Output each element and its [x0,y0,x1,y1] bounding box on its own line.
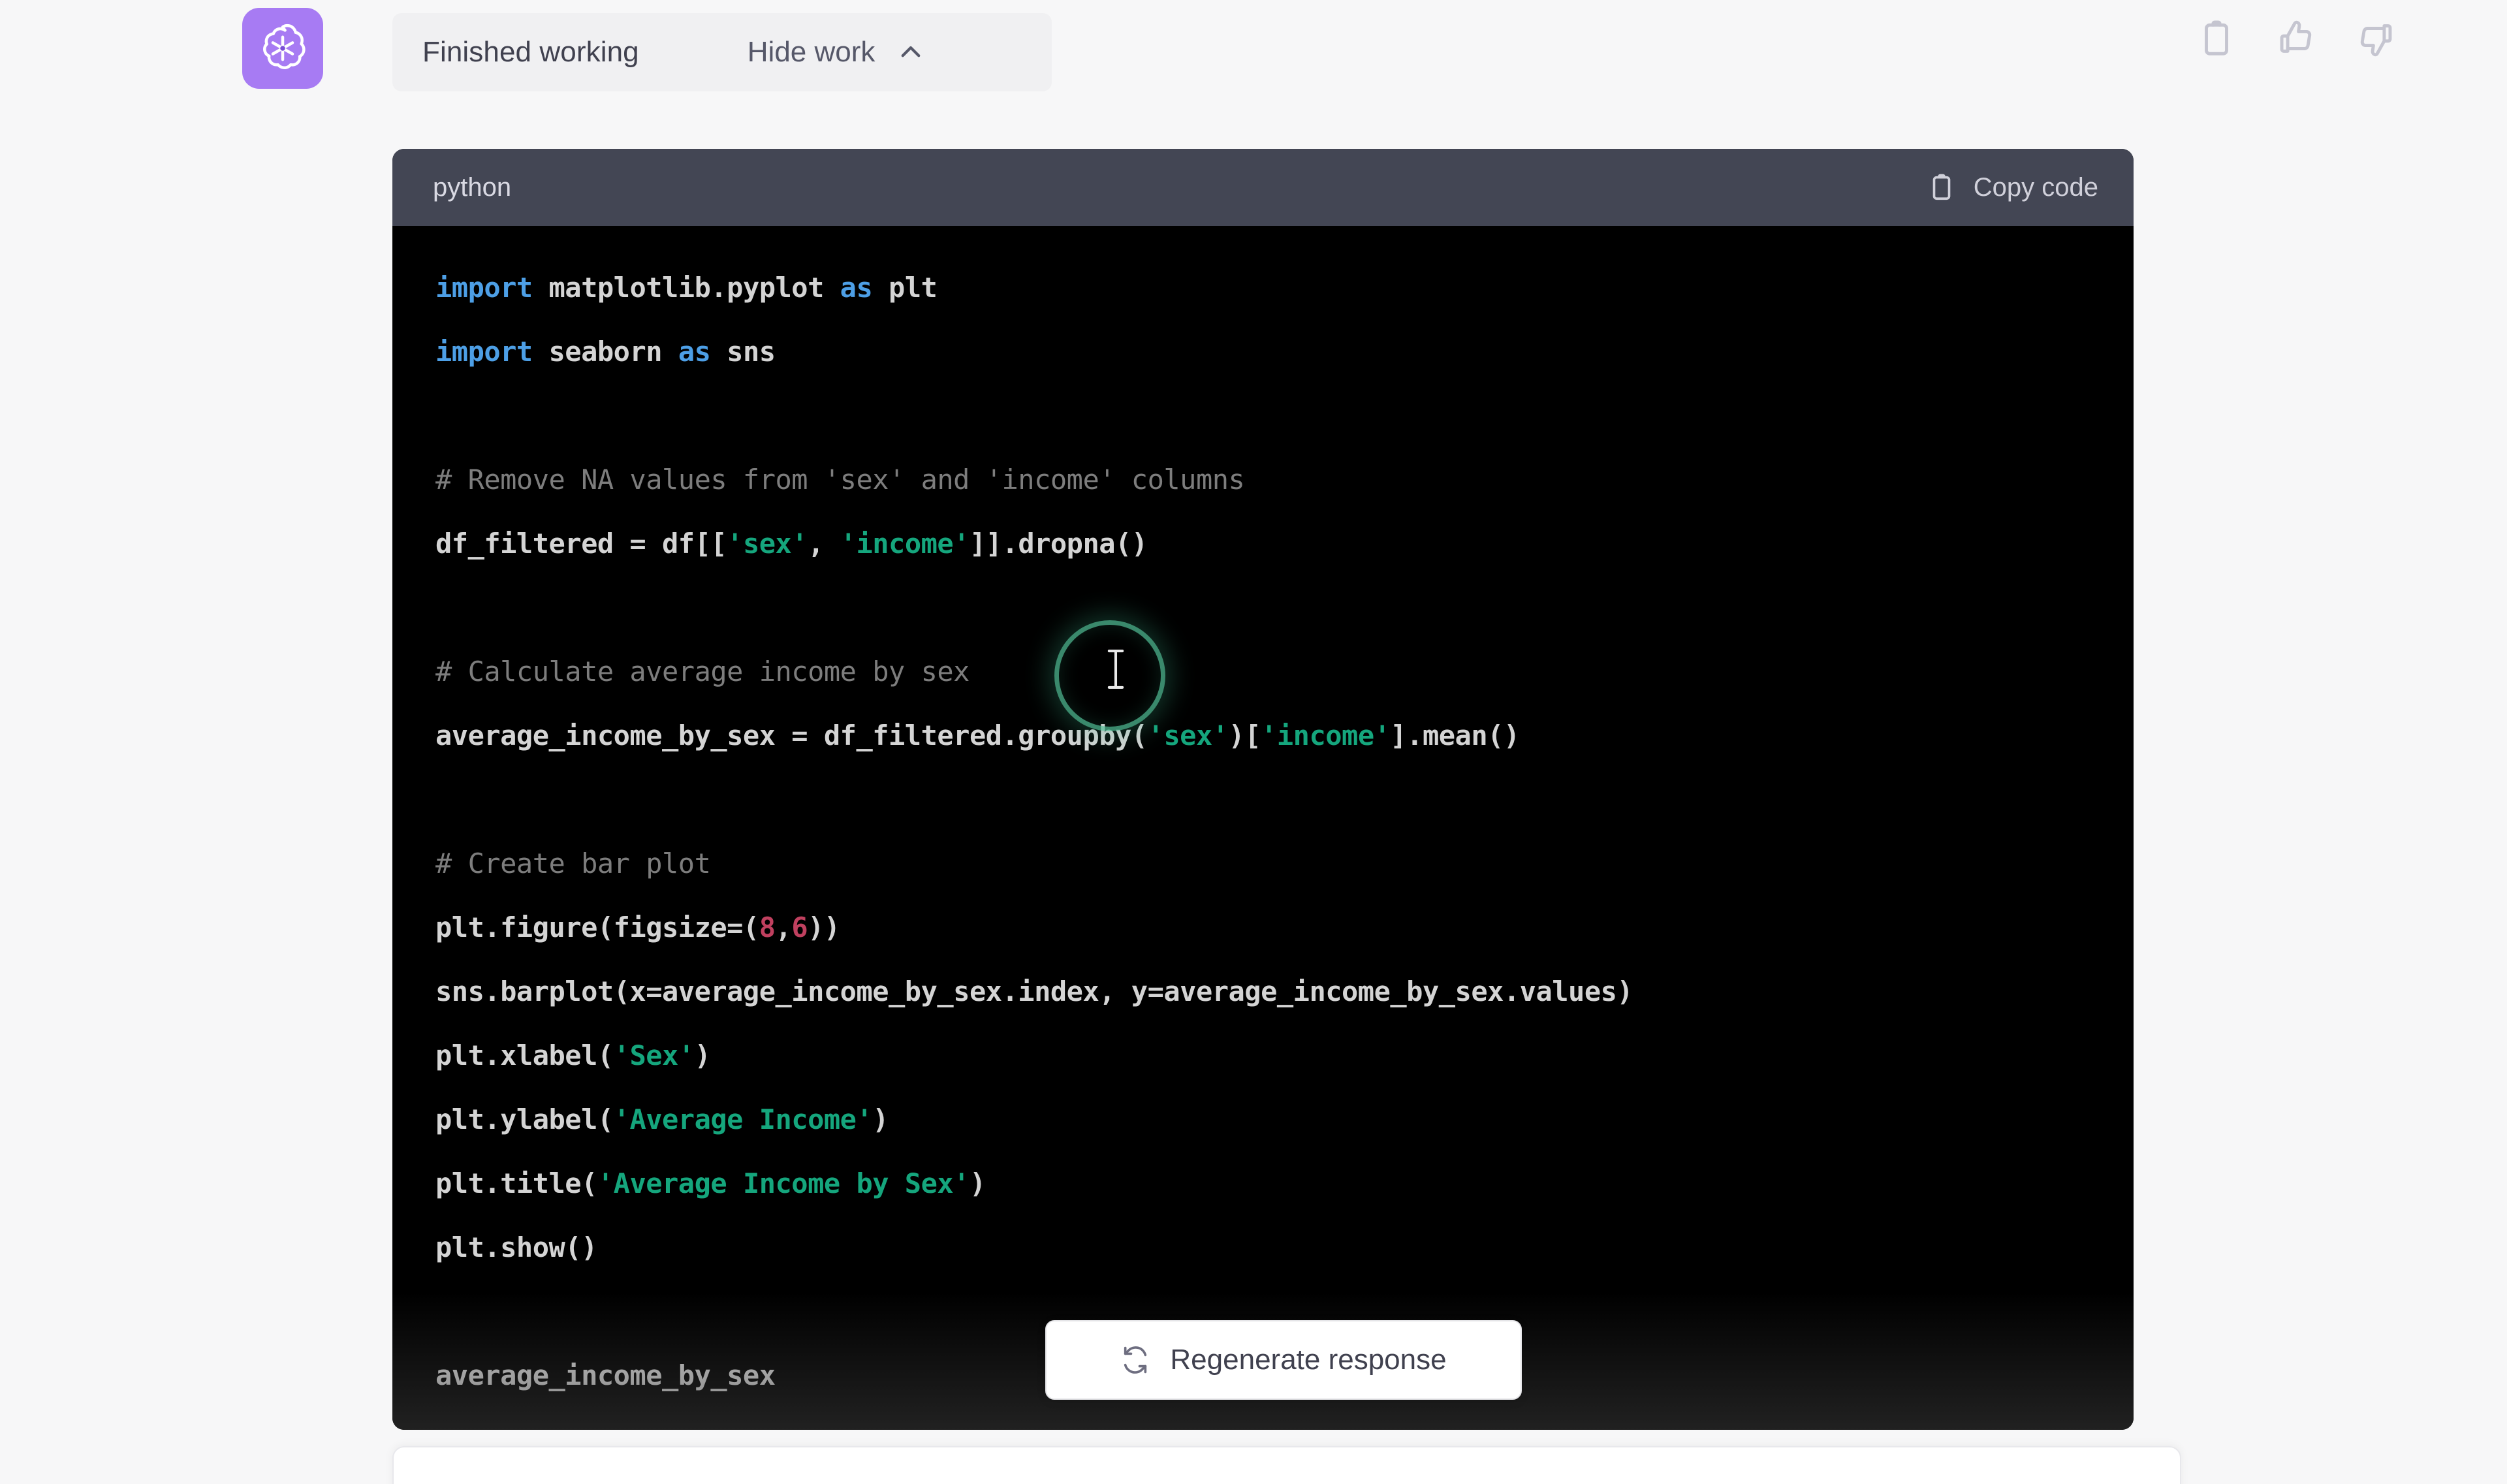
code-block-body[interactable]: import matplotlib.pyplot as plt import s… [392,226,2134,1430]
code-token: )[ [1228,719,1261,751]
code-token: ]].dropna() [969,528,1148,560]
code-token: # Calculate average income by sex [435,655,970,687]
clipboard-icon [1927,172,1957,202]
code-token: matplotlib.pyplot [548,272,840,304]
code-token: plt.ylabel( [435,1103,614,1135]
code-token: 'sex' [1147,719,1229,751]
code-token: ) [969,1167,986,1199]
code-token: 8 [759,911,776,943]
code-token: average_income_by_sex [435,1359,776,1391]
finished-working-bar: Finished working Hide work [392,13,1052,91]
regenerate-response-button[interactable]: Regenerate response [1045,1320,1522,1400]
thumbs-down-icon[interactable] [2356,18,2396,59]
code-token: df_filtered = df[[ [435,528,727,560]
openai-logo-icon [255,20,311,76]
code-token: import [435,336,549,368]
code-token: , [775,911,792,943]
code-token: )) [808,911,840,943]
code-token: 'sex' [727,528,808,560]
code-token: ].mean() [1390,719,1520,751]
code-token: sns [727,336,776,368]
code-token: 6 [791,911,808,943]
code-block-header: python Copy code [392,149,2134,226]
hide-work-toggle[interactable]: Hide work [748,36,925,69]
code-token: , [808,528,840,560]
code-token: as [678,336,727,368]
code-token: as [840,272,889,304]
code-token: 'income' [1261,719,1391,751]
code-block: python Copy code import matplotlib.pyplo… [392,149,2134,1430]
code-token: plt.xlabel( [435,1039,614,1071]
code-token: ) [872,1103,889,1135]
code-token: plt [889,272,938,304]
work-status-label: Finished working [422,36,639,68]
code-token: sns.barplot(x=average_income_by_sex.inde… [435,975,1633,1007]
message-action-bar [2196,18,2396,59]
message-composer[interactable] [392,1446,2181,1484]
code-token: average_income_by_sex = df_filtered.grou… [435,719,1148,751]
code-token: ) [694,1039,711,1071]
code-token: 'Sex' [613,1039,695,1071]
code-token: 'Average Income' [613,1103,873,1135]
code-token: plt.figure(figsize=( [435,911,759,943]
copy-code-button[interactable]: Copy code [1927,172,2098,202]
code-token: plt.title( [435,1167,597,1199]
thumbs-up-icon[interactable] [2276,18,2316,59]
code-token: import [435,272,549,304]
copy-message-icon[interactable] [2196,18,2237,59]
code-token: seaborn [548,336,678,368]
code-token: # Remove NA values from 'sex' and 'incom… [435,464,1245,496]
code-text[interactable]: import matplotlib.pyplot as plt import s… [392,256,2134,1408]
code-token: 'income' [840,528,970,560]
code-token: plt.show() [435,1231,597,1263]
code-token: 'Average Income by Sex' [597,1167,970,1199]
refresh-icon [1120,1345,1150,1375]
copy-code-label: Copy code [1973,172,2098,202]
assistant-avatar [242,8,323,89]
chat-message-panel: Finished working Hide work python Copy c… [0,0,2507,1484]
regenerate-response-label: Regenerate response [1170,1344,1447,1376]
code-language-label: python [433,172,512,202]
code-token: # Create bar plot [435,847,711,879]
hide-work-label: Hide work [747,36,875,68]
chevron-up-icon [897,39,924,66]
